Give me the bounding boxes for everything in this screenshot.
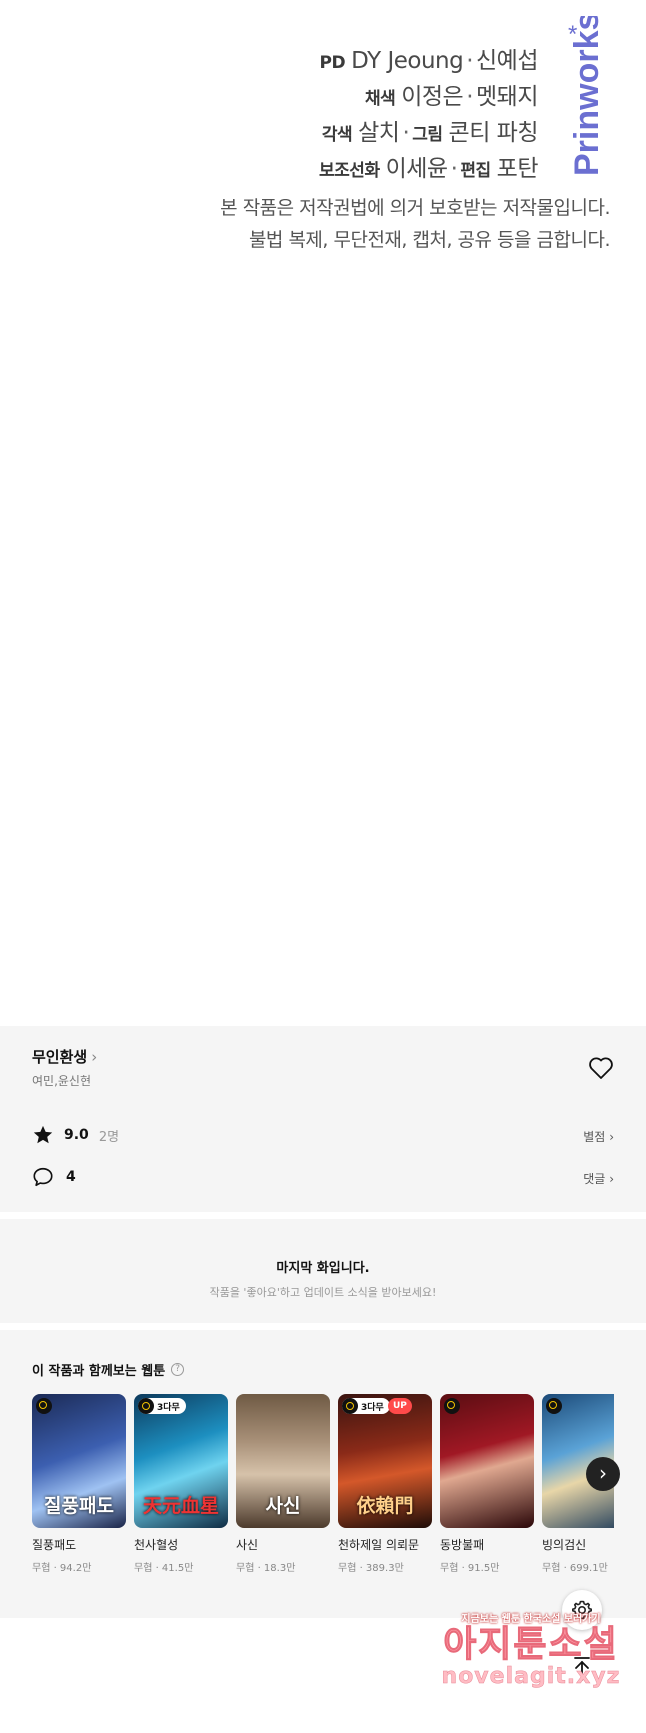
credit-line-assist: 보조선화 이세윤 · 편집 포탄	[319, 156, 538, 182]
credit-line-pd: PD DY Jeoung · 신예섭	[319, 48, 539, 74]
webtoon-thumbnail: 질풍패도	[32, 1394, 126, 1528]
chevron-right-icon: ›	[609, 1130, 614, 1144]
rating-count: 2명	[98, 1129, 120, 1145]
webtoon-card[interactable]: 사신 사신 무협 · 18.3만	[236, 1394, 330, 1574]
webtoon-meta: 무협 · 91.5만	[440, 1563, 500, 1574]
credit-line-adapt: 각색 살치 · 그림 콘티 파칭	[321, 120, 539, 146]
clock-icon	[342, 1398, 358, 1414]
thumbnail-title-art: 사신	[265, 1495, 301, 1517]
free-wait-badge: 3다무	[342, 1398, 390, 1414]
thumbnail-title-art: 天元血星	[142, 1495, 219, 1517]
up-badge: UP	[388, 1398, 412, 1414]
credit-line-color: 채색 이정은 · 멧돼지	[364, 84, 539, 110]
webtoon-name: 천사혈성	[134, 1538, 179, 1552]
clock-icon	[444, 1398, 460, 1414]
svg-text:*: *	[568, 21, 577, 48]
clock-icon	[138, 1398, 154, 1414]
work-title: 무인환생	[32, 1048, 88, 1066]
webtoon-card[interactable]: 질풍패도 질풍패도 무협 · 94.2만	[32, 1394, 126, 1574]
free-wait-badge: 3다무	[138, 1398, 186, 1414]
work-info-panel: 무인환생 › 여민,윤신현 9.0 2명 별점 › 4 댓글 ›	[0, 1026, 646, 1212]
rating-link[interactable]: 별점 ›	[583, 1128, 614, 1145]
webtoon-card[interactable]: 동방불패 무협 · 91.5만	[440, 1394, 534, 1574]
prinworks-logo: Prinworks *	[568, 16, 606, 176]
credits-panel: PD DY Jeoung · 신예섭 채색 이정은 · 멧돼지 각색 살치 · 그림 콘티 파칭 보…	[0, 0, 646, 1020]
carousel-next-button[interactable]: ›	[586, 1457, 620, 1491]
comment-row: 4	[32, 1166, 76, 1188]
webtoon-thumbnail: 3다무 UP 依賴門	[338, 1394, 432, 1528]
copyright-notice: 본 작품은 저작권법에 의거 보호받는 저작물입니다. 불법 복제, 무단전재,…	[220, 192, 610, 256]
webtoon-name: 빙의검신	[542, 1538, 587, 1552]
webtoon-card[interactable]: 3다무 UP 依賴門 천하제일 의뢰문 무협 · 389.3만	[338, 1394, 432, 1574]
webtoon-name: 동방불패	[440, 1538, 485, 1552]
webtoon-meta: 무협 · 389.3만	[338, 1563, 404, 1574]
comment-icon	[33, 1167, 53, 1187]
site-watermark: 지금보는 웹툰 한국소설 보러가기 아지툰소설 novelagit.xyz	[436, 1610, 626, 1689]
webtoon-meta: 무협 · 41.5만	[134, 1563, 194, 1574]
rating-row: 9.0 2명	[32, 1124, 119, 1146]
recommend-title: 이 작품과 함께보는 웹툰?	[32, 1360, 185, 1379]
webtoon-name: 사신	[236, 1538, 259, 1552]
clock-icon	[546, 1398, 562, 1414]
last-episode-heading: 마지막 화입니다.	[276, 1261, 370, 1276]
rating-score: 9.0	[64, 1127, 89, 1143]
watermark-url: novelagit.xyz	[441, 1664, 621, 1689]
chevron-right-icon: ›	[91, 1048, 98, 1066]
chevron-right-icon: ›	[609, 1172, 614, 1186]
credit-lines: PD DY Jeoung · 신예섭 채색 이정은 · 멧돼지 각색 살치 · 그림 콘티 파칭 보…	[319, 44, 538, 188]
notice-line-1: 본 작품은 저작권법에 의거 보호받는 저작물입니다.	[220, 197, 610, 219]
thumbnail-title-art: 依賴門	[356, 1495, 414, 1517]
webtoon-thumbnail	[440, 1394, 534, 1528]
help-icon[interactable]: ?	[171, 1363, 185, 1376]
recommend-panel: 이 작품과 함께보는 웹툰? 질풍패도 질풍패도 무협 · 94.2만 3다무 …	[0, 1330, 646, 1618]
webtoon-name: 질풍패도	[32, 1538, 77, 1552]
work-authors: 여민,윤신현	[32, 1074, 92, 1088]
webtoon-meta: 무협 · 699.1만	[542, 1563, 608, 1574]
webtoon-thumbnail: 사신	[236, 1394, 330, 1528]
webtoon-card[interactable]: 3다무 天元血星 천사혈성 무협 · 41.5만	[134, 1394, 228, 1574]
comment-link[interactable]: 댓글 ›	[583, 1170, 614, 1187]
work-title-link[interactable]: 무인환생 ›	[32, 1046, 97, 1067]
webtoon-name: 천하제일 의뢰문	[338, 1538, 420, 1552]
star-icon	[33, 1125, 53, 1144]
webtoon-meta: 무협 · 94.2만	[32, 1563, 92, 1574]
recommend-carousel: 질풍패도 질풍패도 무협 · 94.2만 3다무 天元血星 천사혈성 무협 · …	[32, 1394, 614, 1594]
watermark-mid: 아지툰소설	[443, 1624, 619, 1665]
notice-line-2: 불법 복제, 무단전재, 캡처, 공유 등을 금합니다.	[248, 229, 611, 251]
thumbnail-title-art: 질풍패도	[44, 1495, 114, 1517]
comment-count: 4	[66, 1169, 76, 1185]
webtoon-thumbnail: 3다무 天元血星	[134, 1394, 228, 1528]
last-episode-panel: 마지막 화입니다. 작품을 '좋아요'하고 업데이트 소식을 받아보세요!	[0, 1219, 646, 1323]
heart-icon[interactable]	[588, 1056, 614, 1080]
clock-icon	[36, 1398, 52, 1414]
webtoon-meta: 무협 · 18.3만	[236, 1563, 296, 1574]
chevron-right-icon: ›	[599, 1461, 607, 1485]
watermark-top: 지금보는 웹툰 한국소설 보러가기	[461, 1614, 601, 1625]
last-episode-sub: 작품을 '좋아요'하고 업데이트 소식을 받아보세요!	[209, 1286, 437, 1299]
